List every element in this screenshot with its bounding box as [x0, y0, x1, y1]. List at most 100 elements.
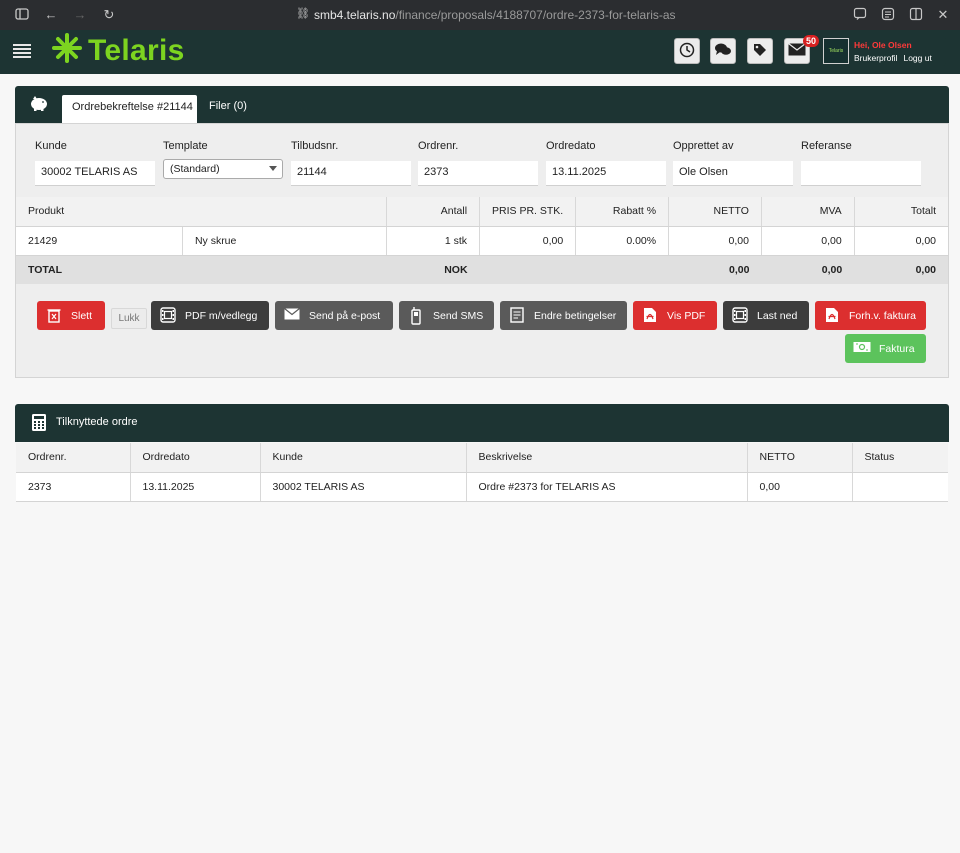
avatar[interactable]: Telaris	[823, 38, 849, 64]
invoice-label: Faktura	[879, 342, 915, 355]
column-header[interactable]: PRIS PR. STK.	[479, 197, 577, 227]
tab-files[interactable]: Filer (0)	[209, 100, 247, 112]
order-number-field[interactable]: 2373	[418, 161, 538, 186]
order-date-field[interactable]: 13.11.2025	[546, 161, 666, 186]
total-currency: NOK	[386, 255, 480, 284]
delete-label: Slett	[71, 309, 93, 322]
vat-cell: 0,00	[761, 226, 855, 256]
delete-button[interactable]: Slett	[37, 301, 105, 330]
reader-icon[interactable]	[880, 7, 896, 23]
total-label: TOTAL	[16, 255, 387, 284]
column-header[interactable]: NETTO	[747, 443, 853, 473]
tab-order-confirmation[interactable]: Ordrebekreftelse #21144	[62, 95, 197, 123]
total-total: 0,00	[854, 255, 948, 284]
close-button[interactable]: Lukk	[111, 308, 147, 329]
customer-label: Kunde	[35, 140, 67, 152]
telaris-logo[interactable]: Telaris	[50, 32, 185, 70]
view-pdf-button[interactable]: Vis PDF	[633, 301, 717, 330]
film-icon	[731, 306, 749, 325]
browser-toolbar: ← → ↻ ⛓ smb4.telaris.no/finance/proposal…	[0, 0, 960, 30]
quote-number-field[interactable]: 21144	[291, 161, 411, 186]
column-header[interactable]: Kunde	[260, 443, 467, 473]
download-label: Last ned	[757, 309, 798, 322]
film-icon	[159, 306, 177, 325]
chat-bubbles-icon	[714, 42, 732, 61]
column-header[interactable]: MVA	[761, 197, 855, 227]
chat-button[interactable]	[710, 38, 736, 64]
column-header[interactable]: NETTO	[668, 197, 762, 227]
quantity-cell: 1 stk	[386, 226, 481, 256]
logout-link[interactable]: Logg ut	[903, 53, 931, 63]
column-header[interactable]: Totalt	[854, 197, 948, 227]
column-header[interactable]: Rabatt %	[575, 197, 670, 227]
view-pdf-label: Vis PDF	[667, 309, 706, 322]
template-select[interactable]: (Standard)	[163, 159, 283, 179]
trash-icon	[45, 307, 63, 325]
table-row[interactable]: 21429 Ny skrue 1 stk 0,00 0.00% 0,00 0,0…	[16, 226, 948, 256]
created-by-field[interactable]: Ole Olsen	[673, 161, 793, 186]
order-number-label: Ordrenr.	[418, 140, 459, 152]
customer-field[interactable]: 30002 TELARIS AS	[35, 161, 155, 186]
chevron-down-icon	[269, 166, 277, 171]
calculator-icon	[31, 413, 47, 432]
table-header-row: Ordrenr. Ordredato Kunde Beskrivelse NET…	[16, 443, 948, 473]
tags-button[interactable]	[747, 38, 773, 64]
profile-link[interactable]: Brukerprofil	[854, 53, 897, 63]
related-orders-title: Tilknyttede ordre	[56, 416, 138, 428]
tag-icon	[752, 42, 768, 61]
quote-number-label: Tilbudsnr.	[291, 140, 339, 152]
sidebar-toggle-icon[interactable]	[14, 7, 30, 23]
avatar-logo-text: Telaris	[828, 48, 844, 54]
envelope-icon	[788, 43, 806, 59]
status-cell	[852, 472, 948, 502]
template-select-value: (Standard)	[170, 163, 220, 175]
column-header[interactable]: Ordredato	[130, 443, 261, 473]
column-header[interactable]: Status	[852, 443, 948, 473]
column-header[interactable]: Antall	[386, 197, 481, 227]
user-links: Brukerprofil Logg ut	[854, 53, 938, 63]
reload-icon[interactable]: ↻	[101, 7, 117, 23]
prepayment-invoice-button[interactable]: Forh.v. faktura	[815, 301, 926, 330]
document-icon	[508, 306, 526, 325]
close-icon[interactable]: ✕	[935, 7, 951, 23]
asterisk-logo-icon	[50, 32, 84, 70]
clock-icon	[679, 42, 695, 61]
table-header-row: Produkt Antall PRIS PR. STK. Rabatt % NE…	[16, 197, 948, 227]
order-lines-table: Produkt Antall PRIS PR. STK. Rabatt % NE…	[16, 197, 948, 284]
net-cell: 0,00	[747, 472, 853, 502]
total-vat: 0,00	[761, 255, 855, 284]
order-number-cell: 2373	[16, 472, 131, 502]
send-email-button[interactable]: Send på e-post	[275, 301, 393, 330]
back-arrow-icon[interactable]: ←	[43, 7, 59, 23]
prepayment-invoice-label: Forh.v. faktura	[849, 309, 916, 322]
order-date-label: Ordredato	[546, 140, 596, 152]
url-host: smb4.telaris.no	[314, 8, 396, 22]
send-email-label: Send på e-post	[309, 309, 381, 322]
envelope-icon	[283, 307, 301, 325]
split-view-icon[interactable]	[908, 7, 924, 23]
change-terms-button[interactable]: Endre betingelser	[500, 301, 627, 330]
notification-badge: 50	[803, 35, 819, 47]
forward-arrow-icon[interactable]: →	[72, 7, 88, 23]
download-button[interactable]: Last ned	[723, 301, 809, 330]
column-header[interactable]: Ordrenr.	[16, 443, 131, 473]
column-header[interactable]: Produkt	[16, 197, 388, 227]
history-button[interactable]	[674, 38, 700, 64]
invoice-button[interactable]: Faktura	[845, 334, 926, 363]
send-sms-label: Send SMS	[433, 309, 484, 322]
send-sms-button[interactable]: Send SMS	[399, 301, 494, 330]
banknote-icon	[853, 340, 871, 358]
user-greeting: Hei, Ole Olsen	[854, 40, 912, 50]
reference-field[interactable]	[801, 161, 921, 186]
table-row[interactable]: 2373 13.11.2025 30002 TELARIS AS Ordre #…	[16, 472, 948, 502]
pdf-with-attachments-label: PDF m/vedlegg	[185, 309, 258, 322]
pdf-icon	[823, 307, 841, 325]
column-header[interactable]: Beskrivelse	[466, 443, 748, 473]
customer-cell: 30002 TELARIS AS	[260, 472, 467, 502]
hamburger-menu-icon[interactable]	[13, 44, 31, 58]
translate-icon[interactable]	[852, 7, 868, 23]
address-bar[interactable]: smb4.telaris.no/finance/proposals/418870…	[314, 8, 676, 22]
created-by-label: Opprettet av	[673, 140, 734, 152]
related-orders-header	[15, 404, 949, 442]
pdf-with-attachments-button[interactable]: PDF m/vedlegg	[151, 301, 269, 330]
